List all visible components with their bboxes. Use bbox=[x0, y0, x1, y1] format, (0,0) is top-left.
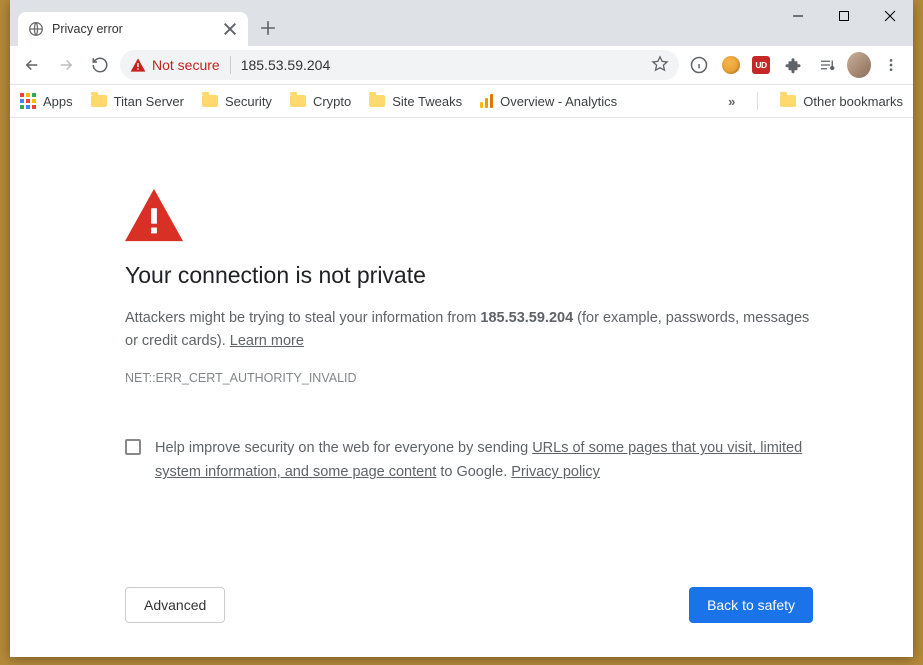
forward-button[interactable] bbox=[52, 51, 80, 79]
back-to-safety-button[interactable]: Back to safety bbox=[689, 587, 813, 623]
minimize-button[interactable] bbox=[775, 0, 821, 32]
warning-triangle-icon bbox=[125, 188, 181, 238]
site-info-button[interactable] bbox=[685, 51, 713, 79]
action-buttons: Advanced Back to safety bbox=[125, 575, 813, 627]
bookmark-star-icon[interactable] bbox=[651, 55, 669, 76]
security-indicator[interactable]: Not secure bbox=[130, 57, 220, 73]
cookie-icon bbox=[722, 56, 740, 74]
bookmark-analytics[interactable]: Overview - Analytics bbox=[480, 94, 617, 109]
bookmarks-bar: Apps Titan Server Security Crypto Site T… bbox=[10, 84, 913, 118]
folder-icon bbox=[202, 95, 218, 107]
apps-label: Apps bbox=[43, 94, 73, 109]
avatar-icon bbox=[847, 52, 871, 78]
shield-icon: UD bbox=[752, 56, 770, 74]
tab-privacy-error[interactable]: Privacy error bbox=[18, 12, 248, 46]
extension-cookie[interactable] bbox=[719, 53, 743, 77]
learn-more-link[interactable]: Learn more bbox=[230, 333, 304, 349]
folder-icon bbox=[91, 95, 107, 107]
omnibox-divider bbox=[230, 56, 231, 74]
reporting-optin: Help improve security on the web for eve… bbox=[125, 437, 813, 485]
new-tab-button[interactable] bbox=[260, 20, 276, 36]
apps-icon bbox=[20, 93, 36, 109]
page-heading: Your connection is not private bbox=[125, 262, 813, 289]
folder-icon bbox=[780, 95, 796, 107]
optin-checkbox[interactable] bbox=[125, 439, 141, 455]
reload-button[interactable] bbox=[86, 51, 114, 79]
analytics-icon bbox=[480, 94, 493, 108]
advanced-button[interactable]: Advanced bbox=[125, 587, 225, 623]
tab-title: Privacy error bbox=[52, 22, 214, 36]
toolbar: Not secure 185.53.59.204 UD bbox=[10, 46, 913, 84]
other-bookmarks[interactable]: Other bookmarks bbox=[780, 94, 903, 109]
bookmark-site-tweaks[interactable]: Site Tweaks bbox=[369, 94, 462, 109]
profile-avatar[interactable] bbox=[847, 53, 871, 77]
browser-window: Privacy error Not secure bbox=[10, 0, 913, 657]
address-bar[interactable]: Not secure 185.53.59.204 bbox=[120, 50, 679, 80]
extensions-button[interactable] bbox=[779, 51, 807, 79]
extension-ublock[interactable]: UD bbox=[749, 53, 773, 77]
bookmark-crypto[interactable]: Crypto bbox=[290, 94, 351, 109]
optin-text: Help improve security on the web for eve… bbox=[155, 437, 813, 485]
bookmark-titan-server[interactable]: Titan Server bbox=[91, 94, 184, 109]
menu-button[interactable] bbox=[877, 51, 905, 79]
window-controls bbox=[775, 0, 913, 32]
page-content: Your connection is not private Attackers… bbox=[10, 118, 913, 657]
folder-icon bbox=[369, 95, 385, 107]
media-control-button[interactable] bbox=[813, 51, 841, 79]
apps-shortcut[interactable]: Apps bbox=[20, 93, 73, 109]
folder-icon bbox=[290, 95, 306, 107]
warning-triangle-icon bbox=[130, 57, 146, 73]
bookmark-security[interactable]: Security bbox=[202, 94, 272, 109]
bookmark-overflow-button[interactable]: » bbox=[728, 94, 735, 109]
privacy-policy-link[interactable]: Privacy policy bbox=[511, 464, 600, 480]
close-window-button[interactable] bbox=[867, 0, 913, 32]
security-label: Not secure bbox=[152, 57, 220, 73]
warning-description: Attackers might be trying to steal your … bbox=[125, 307, 813, 353]
maximize-button[interactable] bbox=[821, 0, 867, 32]
error-code: NET::ERR_CERT_AUTHORITY_INVALID bbox=[125, 371, 813, 385]
close-tab-icon[interactable] bbox=[222, 21, 238, 37]
url-text: 185.53.59.204 bbox=[241, 57, 641, 73]
tab-strip: Privacy error bbox=[10, 0, 913, 46]
back-button[interactable] bbox=[18, 51, 46, 79]
globe-icon bbox=[28, 21, 44, 37]
